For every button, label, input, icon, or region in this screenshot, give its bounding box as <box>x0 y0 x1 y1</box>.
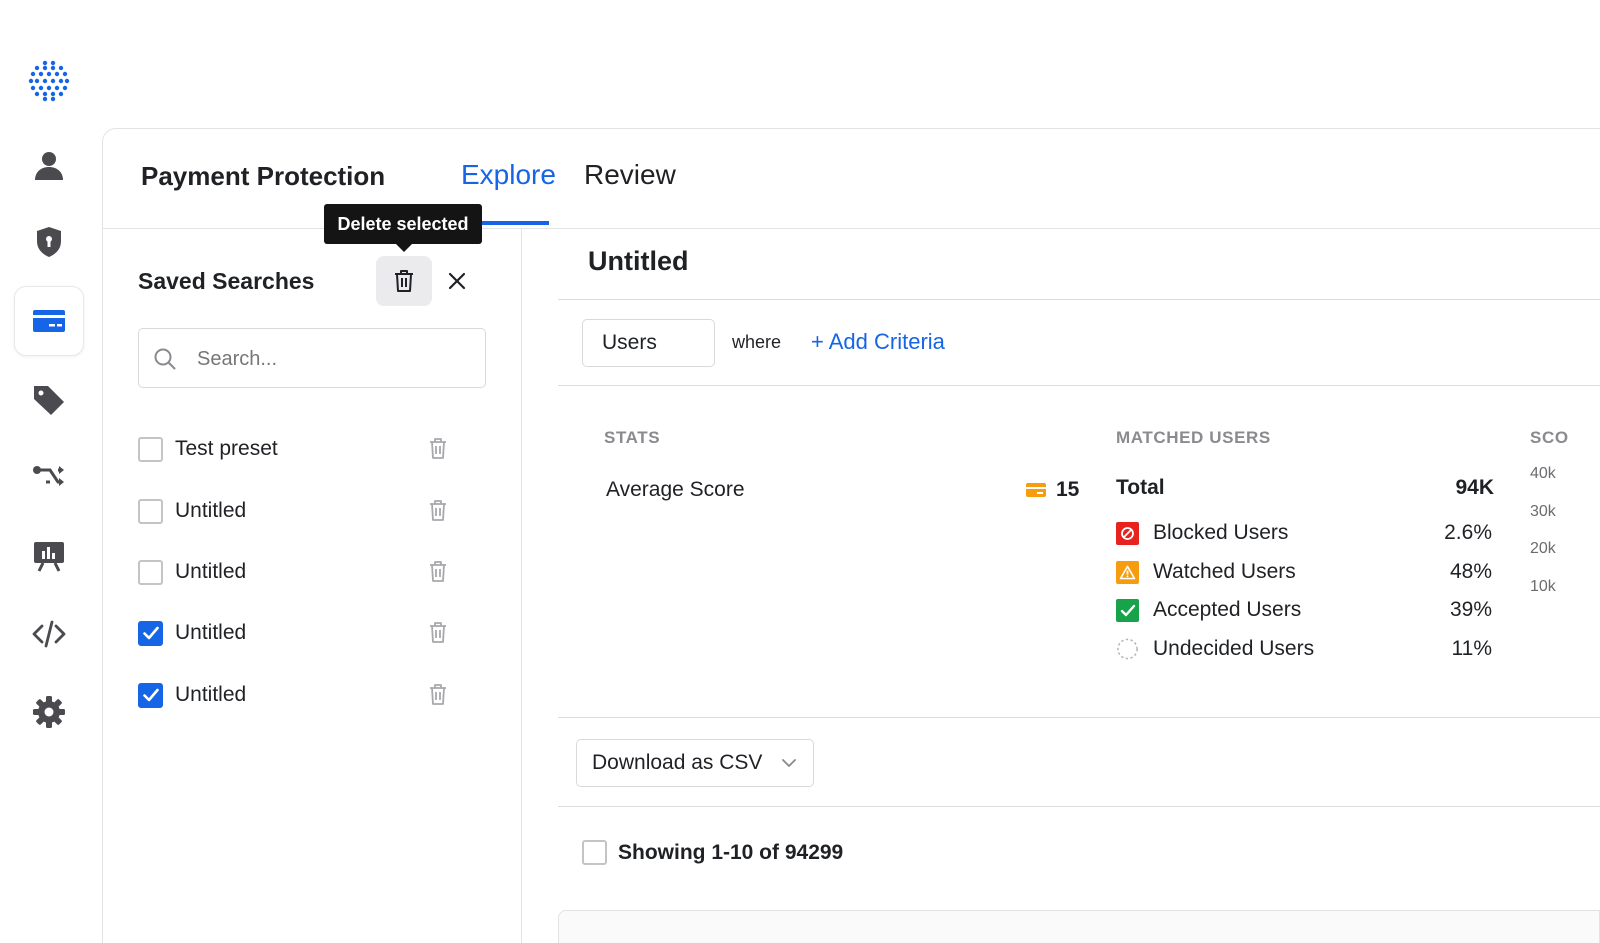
rail-item-payments[interactable] <box>14 286 84 356</box>
matched-row-value: 2.6% <box>1444 521 1492 544</box>
matched-row-watched: Watched Users 48% <box>1116 558 1492 586</box>
trash-icon[interactable] <box>428 621 448 644</box>
close-icon <box>448 272 466 290</box>
trash-icon[interactable] <box>428 683 448 706</box>
y-tick-label: 30k <box>1530 503 1556 520</box>
matched-row-value: 11% <box>1451 637 1492 660</box>
trash-icon[interactable] <box>428 560 448 583</box>
saved-search-field[interactable] <box>138 328 486 388</box>
entity-select[interactable]: Users <box>582 319 715 367</box>
rail-item-workflows[interactable] <box>14 443 84 513</box>
divider <box>558 385 1600 386</box>
saved-search-item[interactable]: Test preset <box>138 434 458 464</box>
explore-content: Untitled Users where + Add Criteria STAT… <box>558 228 1600 943</box>
rail-item-settings[interactable] <box>14 677 84 747</box>
saved-search-label: Untitled <box>175 683 247 706</box>
y-tick-label: 10k <box>1530 578 1556 595</box>
trash-icon[interactable] <box>428 499 448 522</box>
where-label: where <box>732 332 782 352</box>
item-checkbox-checked[interactable] <box>138 620 163 646</box>
delete-selected-button[interactable] <box>376 256 432 306</box>
item-checkbox-checked[interactable] <box>138 682 163 708</box>
item-checkbox[interactable] <box>138 498 163 524</box>
warning-icon <box>1116 560 1139 584</box>
item-checkbox[interactable] <box>138 559 163 585</box>
download-csv-button[interactable]: Download as CSV <box>576 739 814 787</box>
logo-dots-icon <box>28 60 70 102</box>
search-input[interactable] <box>197 341 467 377</box>
card-icon <box>33 310 65 332</box>
average-score-number: 15 <box>1056 478 1080 501</box>
divider <box>558 717 1600 718</box>
saved-search-label: Untitled <box>175 560 247 583</box>
matched-row-label: Accepted Users <box>1153 598 1302 621</box>
y-tick-label: 20k <box>1530 540 1556 557</box>
dashed-circle-icon <box>1116 638 1139 661</box>
matched-row-undecided: Undecided Users 11% <box>1116 635 1492 663</box>
card-icon <box>1026 483 1046 497</box>
divider <box>558 806 1600 807</box>
results-count-text: Showing 1-10 of 94299 <box>618 840 844 864</box>
search-name-title[interactable]: Untitled <box>588 246 689 277</box>
stats-label: STATS <box>604 428 661 447</box>
matched-row-accepted: Accepted Users 39% <box>1116 596 1492 624</box>
saved-search-item[interactable]: Untitled <box>138 557 458 587</box>
matched-row-value: 48% <box>1449 560 1492 583</box>
trash-icon[interactable] <box>428 437 448 460</box>
checkmark-icon <box>142 626 159 640</box>
rail-item-developers[interactable] <box>14 599 84 669</box>
shield-icon <box>37 227 61 257</box>
score-label: SCO <box>1530 428 1569 447</box>
saved-search-label: Test preset <box>175 437 278 460</box>
saved-search-item[interactable]: Untitled <box>138 496 458 526</box>
total-value: 94K <box>1455 476 1494 499</box>
item-checkbox[interactable] <box>138 436 163 462</box>
close-saved-searches-button[interactable] <box>442 266 472 296</box>
add-criteria-link[interactable]: + Add Criteria <box>811 329 945 355</box>
select-all-checkbox[interactable] <box>582 840 607 865</box>
saved-search-item[interactable]: Untitled <box>138 680 458 710</box>
delete-selected-tooltip: Delete selected <box>324 204 482 252</box>
page-title: Payment Protection <box>141 161 386 191</box>
matched-row-value: 39% <box>1449 598 1492 621</box>
rail-item-security[interactable] <box>14 207 84 277</box>
saved-search-label: Untitled <box>175 621 247 644</box>
tab-explore[interactable]: Explore <box>461 159 556 191</box>
total-label: Total <box>1116 476 1165 499</box>
matched-row-label: Undecided Users <box>1153 637 1315 660</box>
app-logo[interactable] <box>28 60 70 102</box>
results-summary: Showing 1-10 of 94299 <box>582 840 843 865</box>
average-score-value: 15 <box>1026 478 1079 502</box>
tag-icon <box>34 386 64 415</box>
presentation-icon <box>34 542 64 572</box>
divider <box>558 299 1600 300</box>
average-score-label: Average Score <box>606 478 745 501</box>
block-icon <box>1116 521 1139 545</box>
checkmark-icon <box>142 688 159 702</box>
saved-search-label: Untitled <box>175 499 247 522</box>
y-tick-label: 40k <box>1530 465 1556 482</box>
matched-row-label: Blocked Users <box>1153 521 1289 544</box>
saved-searches-title: Saved Searches <box>138 268 315 294</box>
tab-review[interactable]: Review <box>584 159 676 191</box>
rail-item-labels[interactable] <box>14 365 84 435</box>
rail-item-users[interactable] <box>14 130 84 200</box>
saved-search-item[interactable]: Untitled <box>138 618 458 648</box>
search-icon <box>154 348 176 370</box>
matched-row-label: Watched Users <box>1153 560 1296 583</box>
download-csv-label: Download as CSV <box>592 751 763 774</box>
saved-searches-panel: Saved Searches Test preset Untitled Unti… <box>102 228 522 943</box>
results-table <box>558 910 1600 943</box>
gear-icon <box>33 696 65 728</box>
user-icon <box>35 152 63 180</box>
trash-icon <box>395 270 413 292</box>
code-icon <box>32 620 66 648</box>
matched-users-label: MATCHED USERS <box>1116 428 1271 447</box>
check-icon <box>1116 598 1139 622</box>
matched-row-blocked: Blocked Users 2.6% <box>1116 519 1492 547</box>
routing-icon <box>33 466 64 486</box>
rail-item-reports[interactable] <box>14 521 84 591</box>
chevron-down-icon <box>782 759 796 767</box>
